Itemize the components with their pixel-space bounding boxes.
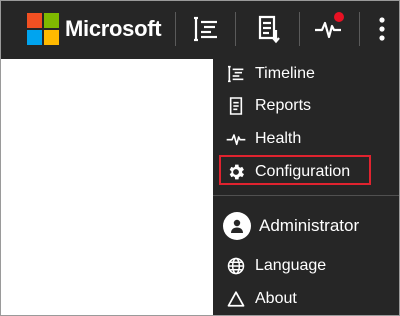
menu-item-about[interactable]: About (213, 284, 399, 314)
app-window: Microsoft Timeline Reports Health Config… (0, 0, 400, 316)
menu-item-label: Timeline (255, 65, 315, 82)
reports-icon (225, 95, 247, 117)
timeline-icon (225, 63, 247, 85)
gear-icon (225, 161, 247, 183)
timeline-icon (194, 16, 217, 42)
menu-item-reports[interactable]: Reports (213, 91, 399, 121)
toolbar-separator (175, 12, 176, 46)
health-icon (225, 128, 247, 150)
toolbar-separator (235, 12, 236, 46)
menu-item-configuration[interactable]: Configuration (213, 157, 399, 187)
reports-button[interactable] (249, 11, 287, 47)
menu-item-label: Configuration (255, 163, 351, 180)
menu-divider (213, 195, 399, 196)
overflow-menu: Timeline Reports Health Configuration Ad… (213, 59, 399, 315)
menu-item-timeline[interactable]: Timeline (213, 59, 399, 89)
brand-name: Microsoft (65, 16, 162, 41)
top-bar: Microsoft (1, 1, 399, 59)
health-button[interactable] (309, 11, 347, 47)
user-avatar-icon (223, 212, 251, 240)
menu-item-label: About (255, 290, 297, 307)
menu-item-label: Administrator (259, 216, 360, 235)
triangle-icon (225, 288, 247, 310)
menu-item-label: Language (255, 257, 327, 274)
globe-icon (225, 255, 247, 277)
reports-icon (258, 15, 280, 44)
timeline-button[interactable] (187, 11, 225, 47)
menu-item-health[interactable]: Health (213, 124, 399, 154)
more-vertical-icon (379, 17, 385, 41)
toolbar-separator (359, 12, 360, 46)
menu-item-label: Reports (255, 97, 312, 114)
microsoft-logo-icon (27, 13, 59, 45)
toolbar-separator (299, 12, 300, 46)
notification-badge (334, 12, 344, 22)
more-options-button[interactable] (367, 11, 397, 47)
menu-item-label: Health (255, 130, 302, 147)
menu-item-administrator[interactable]: Administrator (213, 209, 399, 243)
menu-item-language[interactable]: Language (213, 251, 399, 281)
